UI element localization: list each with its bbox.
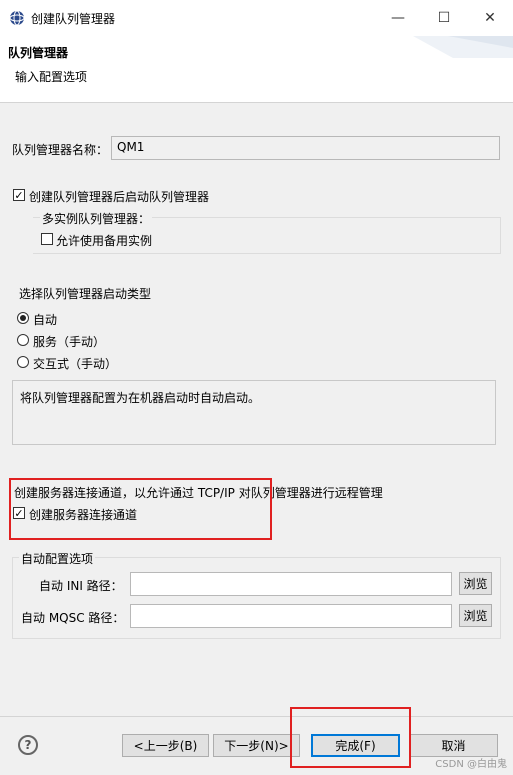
maximize-button[interactable]: ☐ [421, 0, 467, 36]
highlight-box-finish [290, 707, 411, 768]
radio-service-manual-label: 服务（手动） [33, 335, 106, 349]
qm-name-field[interactable]: QM1 [111, 136, 500, 160]
close-button[interactable]: ✕ [467, 0, 513, 36]
mqsc-path-label: 自动 MQSC 路径： [21, 611, 125, 625]
radio-auto[interactable] [17, 312, 29, 324]
allow-standby-label: 允许使用备用实例 [56, 234, 153, 248]
start-after-create-label: 创建队列管理器后启动队列管理器 [29, 190, 210, 204]
watermark: CSDN @白由鬼 [435, 759, 507, 770]
autoconfig-group-label: 自动配置选项 [19, 550, 96, 567]
cancel-button[interactable]: 取消 [409, 734, 498, 757]
radio-interactive-manual-label: 交互式（手动） [33, 357, 118, 371]
ini-browse-button[interactable]: 浏览 [459, 572, 492, 595]
start-after-create-checkbox[interactable]: ✓ [13, 189, 25, 201]
startup-type-heading: 选择队列管理器启动类型 [19, 287, 152, 301]
qm-name-label: 队列管理器名称： [12, 143, 109, 157]
footer-separator [0, 716, 513, 717]
page-title: 队列管理器 [8, 46, 69, 60]
window-title: 创建队列管理器 [31, 12, 116, 26]
ini-path-input[interactable] [130, 572, 452, 596]
page-subtitle: 输入配置选项 [15, 70, 88, 84]
mqsc-browse-button[interactable]: 浏览 [459, 604, 492, 627]
radio-interactive-manual[interactable] [17, 356, 29, 368]
highlight-box-channel [9, 478, 272, 540]
mqsc-path-input[interactable] [130, 604, 452, 628]
back-button[interactable]: <上一步(B) [122, 734, 209, 757]
header-banner: 队列管理器 输入配置选项 [0, 36, 513, 103]
minimize-button[interactable]: — [375, 0, 421, 36]
multi-instance-group-label: 多实例队列管理器： [40, 210, 153, 227]
radio-service-manual[interactable] [17, 334, 29, 346]
app-icon [9, 10, 25, 26]
decoration-graphic [413, 36, 513, 58]
ini-path-label: 自动 INI 路径： [39, 579, 123, 593]
startup-description-text: 将队列管理器配置为在机器启动时自动启动。 [20, 391, 261, 405]
next-button[interactable]: 下一步(N)> [213, 734, 300, 757]
allow-standby-checkbox[interactable] [41, 233, 53, 245]
radio-auto-label: 自动 [33, 313, 58, 327]
help-icon[interactable]: ? [18, 735, 38, 755]
